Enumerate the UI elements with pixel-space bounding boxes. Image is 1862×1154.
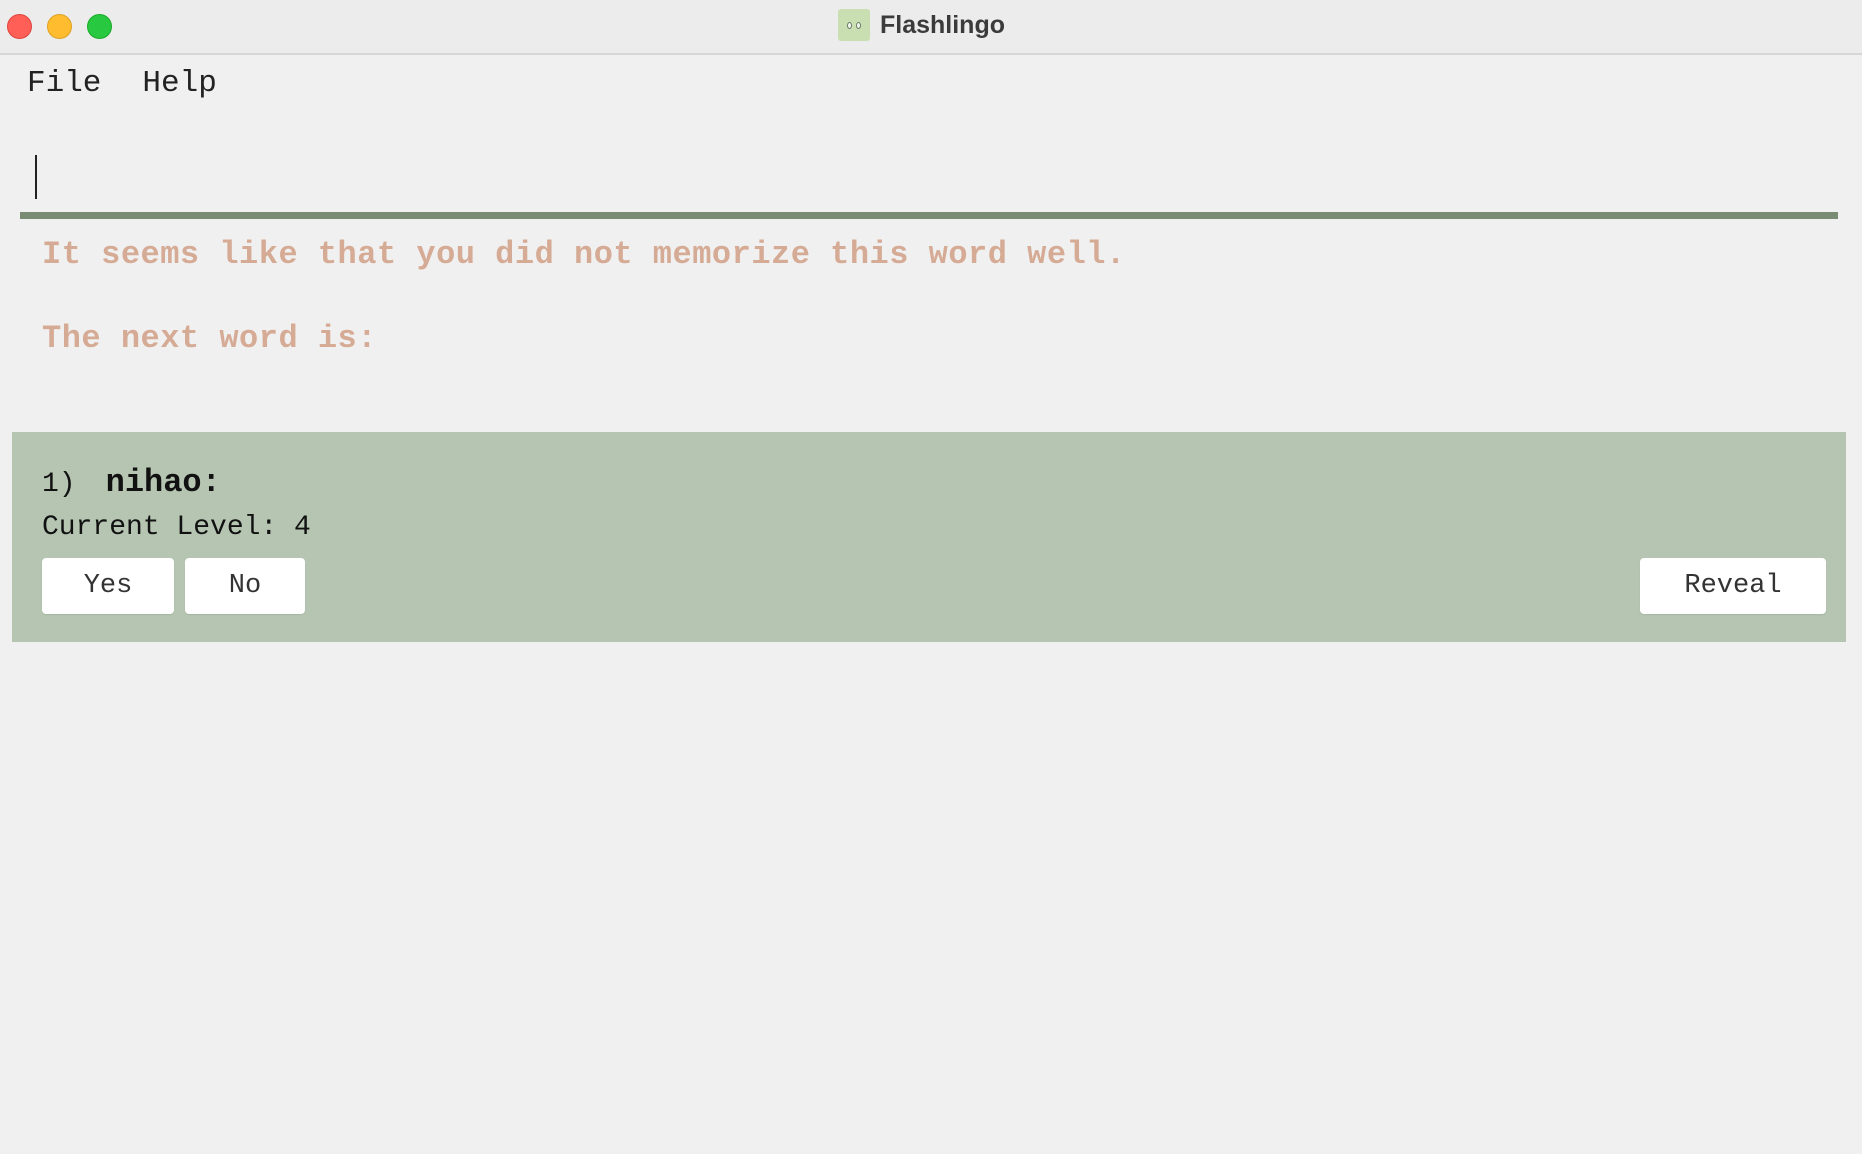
owl-app-icon: [838, 9, 870, 41]
command-input[interactable]: [20, 142, 1838, 214]
menu-file[interactable]: File: [27, 66, 101, 101]
flashcard-header: 1) nihao:: [42, 464, 221, 501]
no-button[interactable]: No: [185, 558, 305, 614]
flashcard: 1) nihao: Current Level: 4 Yes No Reveal: [12, 432, 1846, 642]
maximize-window-button[interactable]: [87, 14, 112, 39]
minimize-window-button[interactable]: [47, 14, 72, 39]
flashcard-level: Current Level: 4: [42, 512, 311, 543]
menu-bar: File Help: [0, 57, 1862, 109]
window-title: Flashlingo: [880, 10, 1005, 39]
result-display: It seems like that you did not memorize …: [42, 234, 1832, 360]
command-input-underline: [20, 212, 1838, 219]
result-spacer: [42, 276, 1832, 318]
close-window-button[interactable]: [7, 14, 32, 39]
app-window: Flashlingo File Help It seems like that …: [0, 0, 1862, 1154]
owl-eye-left-icon: [847, 22, 852, 29]
flashcard-word: nihao:: [105, 464, 221, 501]
next-word-message: The next word is:: [42, 320, 377, 357]
yes-button[interactable]: Yes: [42, 558, 174, 614]
result-message: It seems like that you did not memorize …: [42, 236, 1126, 273]
flashcard-index: 1): [42, 469, 76, 500]
owl-eye-right-icon: [856, 22, 861, 29]
title-bar: Flashlingo: [0, 0, 1862, 55]
menu-help[interactable]: Help: [142, 66, 216, 101]
text-caret: [35, 155, 37, 199]
reveal-button[interactable]: Reveal: [1640, 558, 1826, 614]
window-title-group: Flashlingo: [838, 8, 1005, 42]
